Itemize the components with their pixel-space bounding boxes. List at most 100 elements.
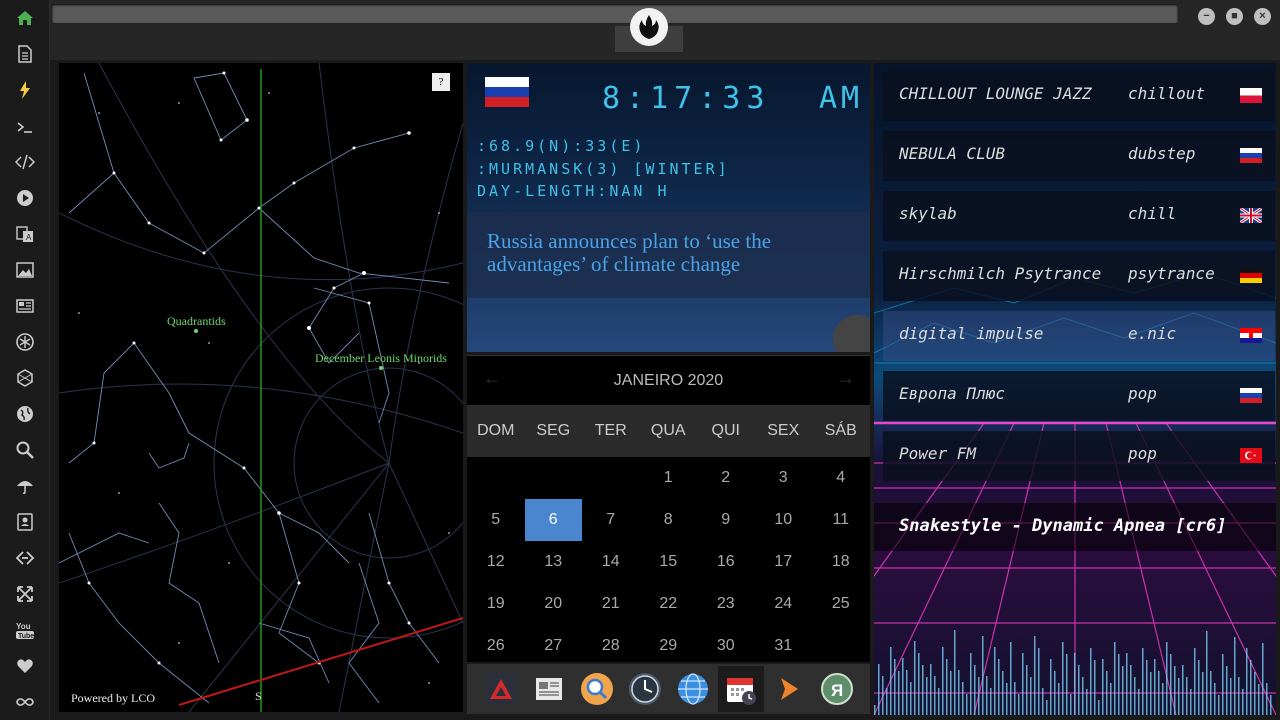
station-item[interactable]: NEBULA CLUB dubstep	[883, 131, 1275, 181]
day-cell[interactable]: 22	[640, 583, 698, 625]
day-cell[interactable]: 30	[697, 625, 755, 667]
visualizer-bar	[1114, 642, 1116, 715]
news-icon[interactable]	[13, 294, 37, 318]
visualizer-bar	[1082, 677, 1084, 715]
station-item[interactable]: Европа Плюс pop	[883, 371, 1275, 421]
news-headline[interactable]: Russia announces plan to ‘use the advant…	[487, 230, 857, 276]
translate-icon[interactable]: A	[13, 222, 37, 246]
visualizer-bar	[1122, 666, 1124, 715]
address-bar[interactable]	[52, 4, 1178, 23]
terminal-icon[interactable]	[13, 115, 37, 139]
orange-arrow-app-icon[interactable]	[770, 670, 808, 708]
day-cell[interactable]: 31	[755, 625, 813, 667]
link-icon[interactable]	[13, 546, 37, 570]
day-cell[interactable]: 27	[525, 625, 583, 667]
newspaper-app-icon[interactable]	[530, 670, 568, 708]
visualizer-bar	[878, 664, 880, 715]
day-cell[interactable]: 25	[812, 583, 870, 625]
globe-icon[interactable]	[13, 402, 37, 426]
visualizer-bar	[1066, 654, 1068, 715]
rebel-alliance-logo-icon[interactable]	[630, 8, 668, 46]
visualizer-bar	[990, 688, 992, 715]
now-playing-bar[interactable]: Snakestyle - Dynamic Apnea [cr6]	[874, 503, 1276, 551]
sky-map[interactable]: Quadrantids December Leonis Minorids ? S…	[59, 63, 463, 712]
station-item[interactable]: Power FM pop	[883, 431, 1275, 481]
station-item[interactable]: Hirschmilch Psytrance psytrance	[883, 251, 1275, 301]
minimize-button[interactable]: −	[1198, 8, 1215, 25]
day-cell[interactable]: 28	[582, 625, 640, 667]
day-cell[interactable]: 5	[467, 499, 525, 541]
next-month-button[interactable]: →	[837, 368, 855, 389]
globe-app-icon[interactable]	[674, 670, 712, 708]
day-cell[interactable]: 16	[697, 541, 755, 583]
calendar-grid: 1 2 3 4 5 6 7 8 9 10 11 12 13 14 15 16 1…	[467, 457, 870, 667]
umbrella-icon[interactable]	[13, 474, 37, 498]
station-item[interactable]: CHILLOUT LOUNGE JAZZ chillout	[883, 71, 1275, 121]
play-icon[interactable]	[13, 186, 37, 210]
code-icon[interactable]	[13, 150, 37, 174]
visualizer-bar	[1150, 672, 1152, 715]
lightning-icon[interactable]	[13, 78, 37, 102]
red-triangle-app-icon[interactable]	[482, 670, 520, 708]
day-cell[interactable]: 7	[582, 499, 640, 541]
day-cell[interactable]: 4	[812, 457, 870, 499]
close-button[interactable]: ×	[1254, 8, 1271, 25]
day-cell[interactable]: 18	[812, 541, 870, 583]
day-cell[interactable]: 14	[582, 541, 640, 583]
home-icon[interactable]	[13, 6, 37, 30]
expand-icon[interactable]	[13, 582, 37, 606]
maximize-button[interactable]: ■	[1226, 8, 1243, 25]
news-card[interactable]: Russia announces plan to ‘use the advant…	[467, 212, 870, 298]
today-cell[interactable]: 6	[524, 499, 582, 541]
day-cell[interactable]: 15	[640, 541, 698, 583]
document-icon[interactable]	[13, 42, 37, 66]
station-item-selected[interactable]: digital impulse e.nic	[883, 311, 1275, 361]
day-cell[interactable]: 3	[755, 457, 813, 499]
visualizer-bar	[1050, 659, 1052, 715]
day-cell[interactable]: 17	[755, 541, 813, 583]
day-cell[interactable]: 2	[697, 457, 755, 499]
visualizer-bar	[1126, 653, 1128, 715]
day-length: DAY-LENGTH:NAN H	[477, 182, 670, 200]
app-dock: Я	[467, 664, 870, 714]
yandex-app-icon[interactable]: Я	[818, 670, 856, 708]
clock-ampm: AM	[819, 81, 864, 116]
day-cell[interactable]: 8	[640, 499, 698, 541]
station-genre: chill	[1128, 204, 1177, 223]
day-cell[interactable]: 20	[525, 583, 583, 625]
day-cell[interactable]: 21	[582, 583, 640, 625]
visualizer-bar	[1162, 683, 1164, 715]
powered-by-label: Powered by LCO	[71, 691, 155, 705]
day-cell[interactable]: 19	[467, 583, 525, 625]
calendar: ← JANEIRO 2020 → DOM SEG TER QUA QUI SEX…	[467, 355, 870, 662]
visualizer-bar	[882, 676, 884, 715]
contact-card-icon[interactable]	[13, 510, 37, 534]
visualizer-bar	[1002, 671, 1004, 715]
magnifier-app-icon[interactable]	[578, 670, 616, 708]
day-cell[interactable]: 9	[697, 499, 755, 541]
day-cell[interactable]: 26	[467, 625, 525, 667]
day-cell[interactable]: 10	[755, 499, 813, 541]
day-cell[interactable]: 13	[525, 541, 583, 583]
day-cell[interactable]: 12	[467, 541, 525, 583]
hexagon-icon[interactable]	[13, 366, 37, 390]
rebel-alliance-icon[interactable]	[13, 330, 37, 354]
station-item[interactable]: skylab chill	[883, 191, 1275, 241]
youtube-icon[interactable]: You Tube	[13, 618, 37, 642]
visualizer-bar	[1034, 636, 1036, 715]
clock-app-icon[interactable]	[626, 670, 664, 708]
day-cell[interactable]: 24	[755, 583, 813, 625]
day-cell[interactable]: 23	[697, 583, 755, 625]
visualizer-bar	[1270, 695, 1272, 715]
search-icon[interactable]	[13, 438, 37, 462]
help-button[interactable]: ?	[432, 73, 450, 91]
day-cell[interactable]: 11	[812, 499, 870, 541]
calendar-app-icon[interactable]	[718, 666, 764, 712]
uk-flag-icon	[1240, 208, 1262, 223]
infinity-icon[interactable]	[13, 690, 37, 714]
day-cell[interactable]: 29	[640, 625, 698, 667]
sidebar: A You Tube	[0, 0, 50, 720]
heart-icon[interactable]	[13, 654, 37, 678]
day-cell[interactable]: 1	[640, 457, 698, 499]
image-icon[interactable]	[13, 258, 37, 282]
